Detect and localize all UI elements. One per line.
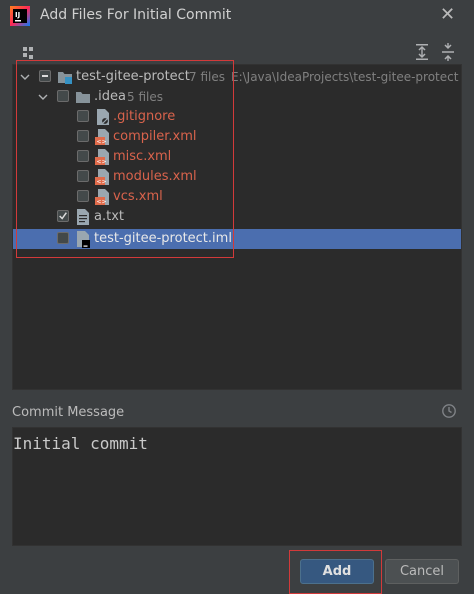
intellij-idea-icon: IJ [10, 6, 30, 26]
xml-file-icon: <> [95, 129, 109, 146]
cancel-button[interactable]: Cancel [385, 559, 459, 584]
svg-text:IJ: IJ [15, 11, 20, 19]
tree-row-iml[interactable]: test-gitee-protect.iml [13, 229, 461, 249]
checkbox-vcs-xml[interactable] [77, 190, 89, 202]
checkbox-compiler-xml[interactable] [77, 130, 89, 142]
expand-all-icon[interactable] [414, 43, 430, 61]
text-file-icon [77, 209, 89, 225]
xml-file-icon: <> [95, 169, 109, 186]
tree-label-project: test-gitee-protect [76, 69, 190, 84]
clock-icon[interactable] [441, 403, 457, 419]
tree-row-modules-xml[interactable]: <> modules.xml [13, 167, 461, 187]
tree-label-iml: test-gitee-protect.iml [94, 231, 232, 246]
checkbox-gitignore[interactable] [77, 110, 89, 122]
checkmark-icon [59, 212, 67, 220]
tree-label-vcs-xml: vcs.xml [113, 189, 163, 204]
checkbox-misc-xml[interactable] [77, 150, 89, 162]
commit-message-input[interactable]: Initial commit [12, 427, 462, 546]
tree-row-gitignore[interactable]: .gitignore [13, 107, 461, 127]
tree-label-compiler-xml: compiler.xml [113, 129, 197, 144]
collapse-all-icon[interactable] [440, 43, 456, 61]
svg-text:<>: <> [97, 199, 107, 206]
tree-row-a-txt[interactable]: a.txt [13, 207, 461, 227]
add-button[interactable]: Add [300, 559, 374, 584]
tree-label-modules-xml: modules.xml [113, 169, 197, 184]
group-by-icon[interactable] [20, 45, 36, 61]
svg-text:<>: <> [97, 159, 107, 166]
tree-label-gitignore: .gitignore [113, 109, 176, 124]
project-folder-icon [58, 72, 72, 84]
tree-row-vcs-xml[interactable]: <> vcs.xml [13, 187, 461, 207]
checkbox-modules-xml[interactable] [77, 170, 89, 182]
tree-row-misc-xml[interactable]: <> misc.xml [13, 147, 461, 167]
checkbox-iml[interactable] [57, 232, 69, 244]
folder-icon [76, 92, 90, 103]
xml-file-icon: <> [95, 189, 109, 206]
checkbox-a-txt[interactable] [57, 210, 69, 222]
file-count-idea: 5 files [127, 90, 163, 104]
checkbox-project[interactable] [39, 70, 51, 82]
tree-toolbar [0, 40, 474, 64]
svg-text:<>: <> [97, 179, 107, 186]
module-file-icon [77, 231, 90, 248]
checkbox-idea[interactable] [57, 90, 69, 102]
file-count-project: 7 files [189, 70, 225, 84]
tree-label-a-txt: a.txt [94, 209, 124, 224]
tree-row-project[interactable]: test-gitee-protect 7 files E:\Java\IdeaP… [13, 67, 461, 87]
commit-message-label: Commit Message [12, 405, 125, 420]
chevron-down-icon[interactable] [37, 91, 49, 103]
project-path: E:\Java\IdeaProjects\test-gitee-protect [231, 70, 459, 84]
tree-row-idea[interactable]: .idea 5 files [13, 87, 461, 107]
tree-row-compiler-xml[interactable]: <> compiler.xml [13, 127, 461, 147]
chevron-down-icon[interactable] [19, 71, 31, 83]
ignore-file-icon [97, 109, 110, 126]
window-title: Add Files For Initial Commit [40, 7, 232, 23]
file-tree: test-gitee-protect 7 files E:\Java\IdeaP… [12, 64, 462, 390]
close-icon[interactable]: ✕ [440, 4, 455, 25]
svg-text:<>: <> [97, 139, 107, 146]
title-bar: IJ Add Files For Initial Commit ✕ [0, 0, 474, 32]
xml-file-icon: <> [95, 149, 109, 166]
tree-label-idea: .idea [94, 89, 126, 104]
tree-label-misc-xml: misc.xml [113, 149, 172, 164]
